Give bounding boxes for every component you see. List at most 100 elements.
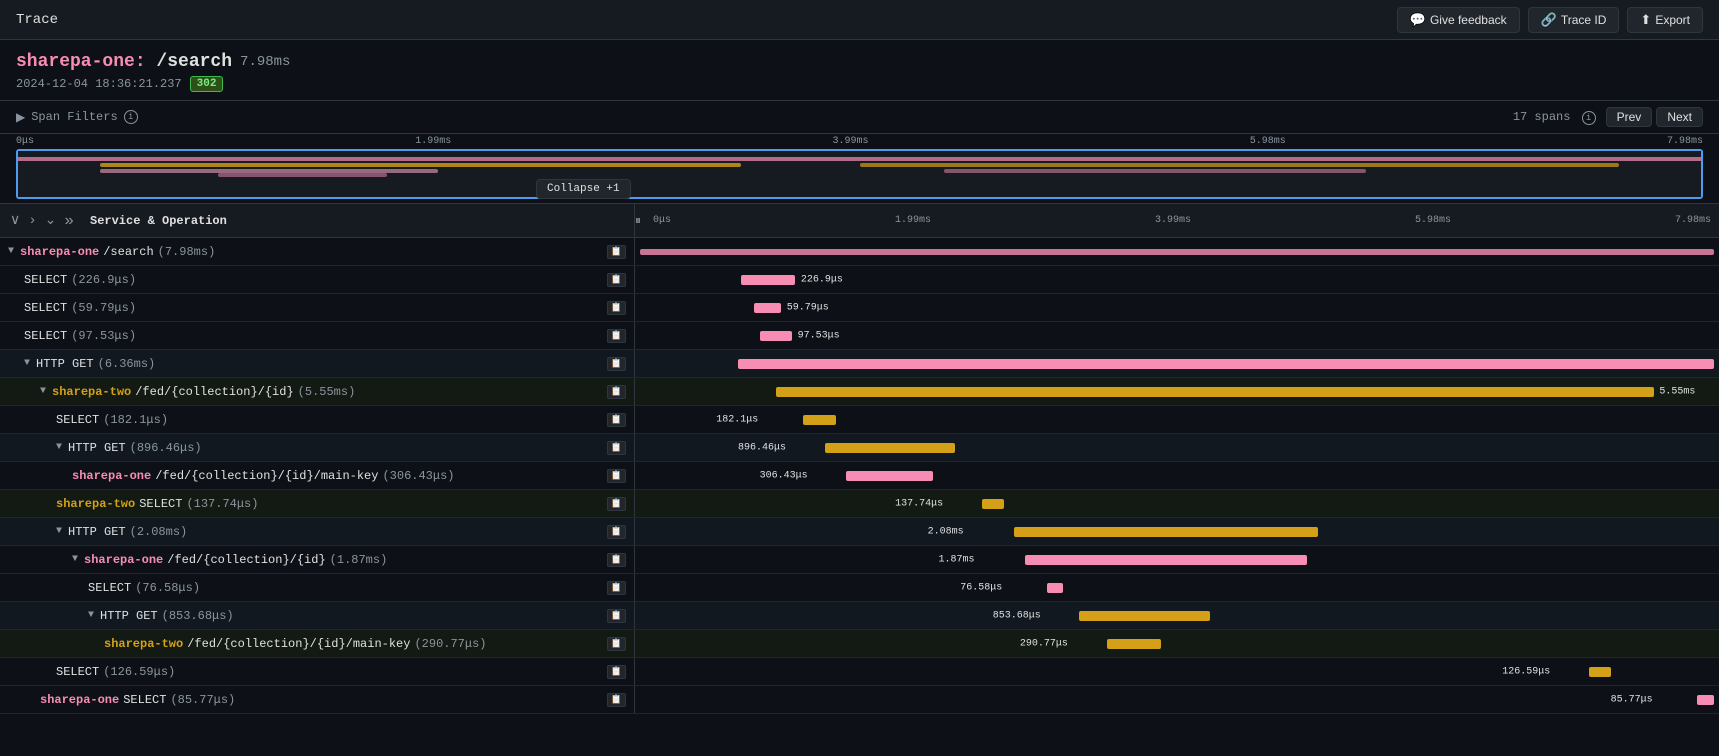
header-controls: ∨ › ⌄ » — [8, 210, 76, 232]
page-title: Trace — [16, 12, 58, 28]
status-badge: 302 — [190, 76, 224, 92]
log-icon[interactable]: 📋 — [607, 581, 626, 595]
log-icon[interactable]: 📋 — [607, 357, 626, 371]
op-duration: (306.43μs) — [382, 469, 454, 483]
collapse-arrow[interactable]: ▼ — [24, 358, 30, 369]
log-icon[interactable]: 📋 — [607, 637, 626, 651]
table-row: SELECT (182.1μs) 📋 182.1μs — [0, 406, 1719, 434]
export-button[interactable]: ⬆ Export — [1627, 7, 1703, 33]
span-duration-label: 853.68μs — [993, 610, 1041, 621]
minimap-tracks[interactable]: Collapse +1 — [16, 149, 1703, 199]
span-duration-label: 5.55ms — [1659, 386, 1695, 397]
row-timeline: 126.59μs — [635, 658, 1719, 685]
collapse-arrow[interactable]: ▼ — [8, 246, 14, 257]
span-bar — [825, 443, 955, 453]
log-icon[interactable]: 📋 — [607, 329, 626, 343]
span-duration-label: 182.1μs — [716, 414, 758, 425]
prev-button[interactable]: Prev — [1606, 107, 1653, 127]
log-icon[interactable]: 📋 — [607, 441, 626, 455]
op-duration: (853.68μs) — [162, 609, 234, 623]
op-duration: (97.53μs) — [71, 329, 136, 343]
trace-id-button[interactable]: 🔗 Trace ID — [1528, 7, 1620, 33]
op-name: HTTP GET — [68, 525, 126, 539]
row-timeline: 97.53μs — [635, 322, 1719, 349]
span-duration-label: 97.53μs — [798, 330, 840, 341]
row-label: ▼ HTTP GET (896.46μs) 📋 — [0, 434, 635, 461]
top-bar-actions: 💬 Give feedback 🔗 Trace ID ⬆ Export — [1397, 7, 1703, 33]
op-name: /search — [103, 245, 153, 259]
trace-duration: 7.98ms — [240, 54, 290, 70]
row-timeline: 896.46μs — [635, 434, 1719, 461]
service-name-label: sharepa-two — [56, 497, 135, 511]
collapse-all-icon[interactable]: ∨ — [8, 210, 22, 231]
service-name-label: sharepa-one — [72, 469, 151, 483]
span-filters-label: Span Filters — [31, 110, 117, 124]
info-icon: i — [124, 110, 138, 124]
op-name: SELECT — [24, 273, 67, 287]
log-icon[interactable]: 📋 — [607, 413, 626, 427]
collapse-arrow[interactable]: ▼ — [56, 526, 62, 537]
collapse-arrow[interactable]: ▼ — [56, 442, 62, 453]
op-duration: (896.46μs) — [130, 441, 202, 455]
collapse-arrow[interactable]: ▼ — [88, 610, 94, 621]
log-icon[interactable]: 📋 — [607, 693, 626, 707]
col-header-timeline: ⏸ 0μs 1.99ms 3.99ms 5.98ms 7.98ms — [635, 214, 1719, 228]
next-button[interactable]: Next — [1656, 107, 1703, 127]
collapse-arrow[interactable]: ▼ — [72, 554, 78, 565]
service-name: sharepa-one: /search — [16, 52, 232, 72]
log-icon[interactable]: 📋 — [607, 385, 626, 399]
row-label: ▼sharepa-two /fed/{collection}/{id} (5.5… — [0, 378, 635, 405]
op-duration: (59.79μs) — [71, 301, 136, 315]
give-feedback-button[interactable]: 💬 Give feedback — [1397, 7, 1520, 33]
row-timeline: 5.55ms — [635, 378, 1719, 405]
op-name: HTTP GET — [68, 441, 126, 455]
span-bar — [738, 359, 1714, 369]
span-bar — [1079, 611, 1209, 621]
op-duration: (126.59μs) — [103, 665, 175, 679]
op-name: SELECT — [56, 413, 99, 427]
spans-count: 17 spans i — [1513, 110, 1596, 125]
service-name-label: sharepa-one — [84, 553, 163, 567]
op-duration: (1.87ms) — [330, 553, 388, 567]
table-row: SELECT (226.9μs)📋226.9μs — [0, 266, 1719, 294]
trace-header: sharepa-one: /search 7.98ms 2024-12-04 1… — [0, 40, 1719, 101]
log-icon[interactable]: 📋 — [607, 301, 626, 315]
collapse-arrow[interactable]: ▼ — [40, 386, 46, 397]
service-op-label: Service & Operation — [90, 214, 227, 228]
log-icon[interactable]: 📋 — [607, 665, 626, 679]
top-bar: Trace 💬 Give feedback 🔗 Trace ID ⬆ Expor… — [0, 0, 1719, 40]
chevron-right-icon: ▶ — [16, 110, 25, 125]
table-row: SELECT (126.59μs)📋126.59μs — [0, 658, 1719, 686]
row-label: SELECT (97.53μs)📋 — [0, 322, 635, 349]
op-duration: (85.77μs) — [170, 693, 235, 707]
expand-icon[interactable]: › — [26, 211, 38, 231]
log-icon[interactable]: 📋 — [607, 525, 626, 539]
more-icon[interactable]: » — [62, 210, 76, 232]
span-bar — [760, 331, 793, 341]
span-duration-label: 1.87ms — [939, 554, 975, 565]
op-duration: (137.74μs) — [186, 497, 258, 511]
span-bar — [1025, 555, 1307, 565]
log-icon[interactable]: 📋 — [607, 245, 626, 259]
log-icon[interactable]: 📋 — [607, 609, 626, 623]
span-duration-label: 126.59μs — [1502, 666, 1550, 677]
log-icon[interactable]: 📋 — [607, 469, 626, 483]
span-duration-label: 2.08ms — [928, 526, 964, 537]
pause-icon[interactable]: ⏸ — [635, 214, 641, 228]
log-icon[interactable]: 📋 — [607, 553, 626, 567]
feedback-icon: 💬 — [1410, 12, 1426, 28]
table-row: sharepa-two /fed/{collection}/{id}/main-… — [0, 630, 1719, 658]
op-name: /fed/{collection}/{id} — [167, 553, 325, 567]
toggle-icon[interactable]: ⌄ — [43, 210, 59, 231]
timeline-scale: 0μs 1.99ms 3.99ms 5.98ms 7.98ms — [645, 215, 1719, 226]
span-bar — [741, 275, 795, 285]
table-row: ▼sharepa-one /search (7.98ms)📋 — [0, 238, 1719, 266]
row-label: ▼HTTP GET (6.36ms)📋 — [0, 350, 635, 377]
log-icon[interactable]: 📋 — [607, 497, 626, 511]
row-label: sharepa-two /fed/{collection}/{id}/main-… — [0, 630, 635, 657]
log-icon[interactable]: 📋 — [607, 273, 626, 287]
row-label: ▼ sharepa-one /fed/{collection}/{id} (1.8… — [0, 546, 635, 573]
export-icon: ⬆ — [1640, 12, 1651, 28]
op-duration: (182.1μs) — [103, 413, 168, 427]
span-bar — [1697, 695, 1713, 705]
